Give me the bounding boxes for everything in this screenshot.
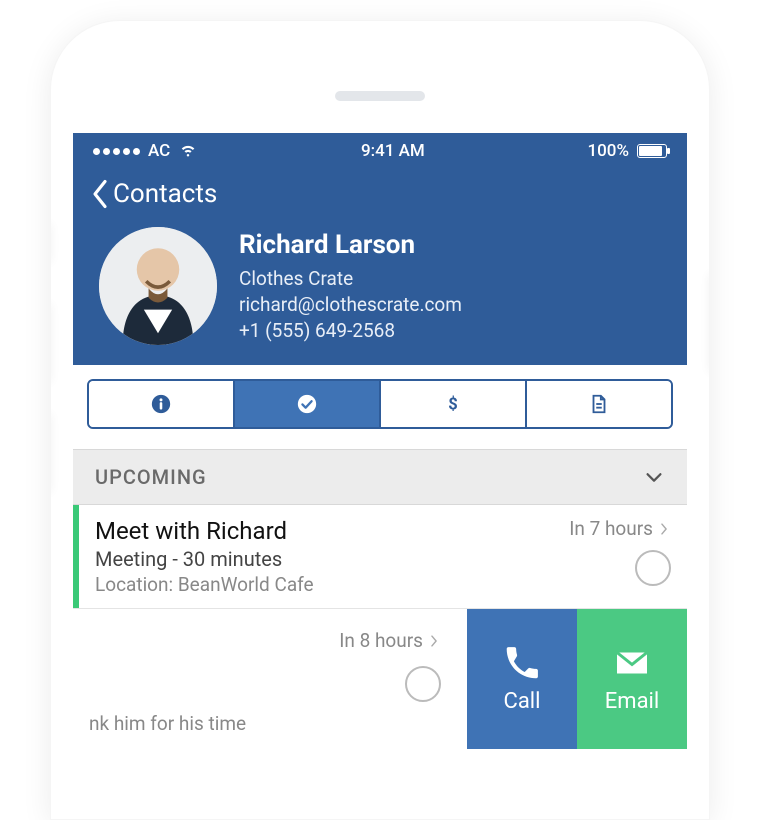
chevron-left-icon	[91, 179, 109, 209]
document-icon	[588, 393, 610, 415]
section-label: UPCOMING	[95, 465, 207, 489]
tab-deals[interactable]: $	[381, 381, 527, 427]
profile-row: Richard Larson Clothes Crate richard@clo…	[91, 227, 669, 345]
signal-dots-icon	[93, 148, 140, 155]
checkmark-circle-icon	[296, 393, 318, 415]
back-label: Contacts	[113, 179, 217, 209]
status-left: AC	[93, 139, 198, 164]
event-item-partial[interactable]: In 8 hours nk him for his time	[73, 609, 467, 745]
event-right: In 7 hours	[527, 505, 687, 608]
tab-notes[interactable]	[527, 381, 671, 427]
contact-email: richard@clothescrate.com	[239, 293, 462, 316]
email-label: Email	[605, 689, 659, 714]
contact-company: Clothes Crate	[239, 267, 462, 290]
event-partial-text: nk him for his time	[89, 712, 451, 735]
avatar	[99, 227, 217, 345]
call-button[interactable]: Call	[467, 609, 577, 749]
side-button	[709, 271, 710, 371]
phone-frame: AC 9:41 AM 100% Contacts	[50, 20, 710, 820]
event-due: In 8 hours	[89, 629, 451, 652]
carrier-label: AC	[148, 141, 170, 161]
svg-text:$: $	[448, 396, 457, 415]
event-due: In 7 hours	[569, 517, 671, 540]
contact-name: Richard Larson	[239, 230, 462, 260]
call-label: Call	[504, 689, 541, 714]
back-button[interactable]: Contacts	[91, 179, 669, 209]
chevron-down-icon	[643, 466, 665, 488]
status-right: 100%	[587, 141, 667, 161]
swipe-actions: Call Email	[467, 609, 687, 749]
event-body: Meet with Richard Meeting - 30 minutes L…	[79, 505, 527, 608]
event-complete-toggle[interactable]	[635, 550, 671, 586]
event-complete-toggle[interactable]	[405, 666, 441, 702]
side-button	[50, 411, 51, 491]
email-button[interactable]: Email	[577, 609, 687, 749]
battery-pct: 100%	[587, 141, 629, 161]
event-item[interactable]: Meet with Richard Meeting - 30 minutes L…	[73, 505, 687, 609]
side-button	[50, 301, 51, 381]
chevron-right-icon	[427, 634, 441, 648]
tab-activity[interactable]	[235, 381, 381, 427]
event-location: Location: BeanWorld Cafe	[95, 573, 511, 596]
event-item-partial-row: In 8 hours nk him for his time Call	[73, 609, 687, 749]
chevron-right-icon	[657, 522, 671, 536]
dollar-icon: $	[442, 393, 464, 415]
section-upcoming[interactable]: UPCOMING	[73, 449, 687, 505]
contact-header: Contacts Richard Lars	[73, 169, 687, 365]
email-icon	[614, 645, 650, 681]
battery-icon	[637, 144, 667, 158]
tab-bar: $	[87, 379, 673, 429]
phone-speaker	[335, 91, 425, 101]
contact-phone: +1 (555) 649-2568	[239, 319, 462, 342]
status-time: 9:41 AM	[361, 141, 425, 161]
side-button	[50, 221, 51, 261]
tab-info[interactable]	[89, 381, 235, 427]
profile-info: Richard Larson Clothes Crate richard@clo…	[239, 230, 462, 342]
event-due-label: In 7 hours	[569, 517, 653, 540]
event-due-label: In 8 hours	[339, 629, 423, 652]
info-icon	[150, 393, 172, 415]
event-title: Meet with Richard	[95, 517, 511, 545]
status-bar: AC 9:41 AM 100%	[73, 133, 687, 169]
wifi-icon	[178, 139, 198, 164]
phone-inner: AC 9:41 AM 100% Contacts	[73, 43, 687, 819]
phone-icon	[504, 645, 540, 681]
event-subtitle: Meeting - 30 minutes	[95, 547, 511, 571]
screen: AC 9:41 AM 100% Contacts	[73, 133, 687, 819]
